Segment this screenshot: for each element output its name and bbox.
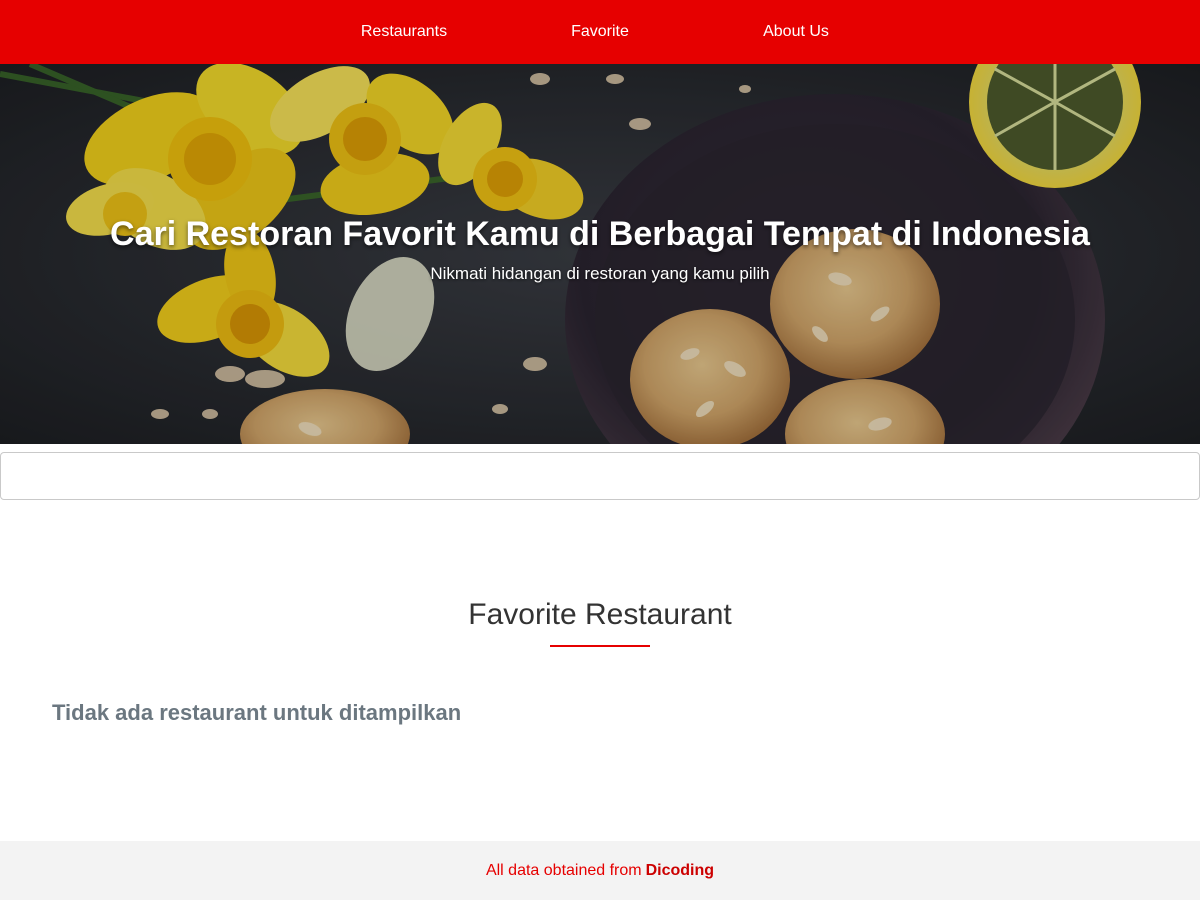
hero-title: Cari Restoran Favorit Kamu di Berbagai T…	[110, 215, 1090, 253]
section-title: Favorite Restaurant	[468, 598, 732, 631]
top-nav: Restaurants Favorite About Us	[0, 0, 1200, 64]
hero-subtitle: Nikmati hidangan di restoran yang kamu p…	[430, 264, 770, 283]
page: Restaurants Favorite About Us Cari Resto…	[0, 0, 1200, 900]
footer: All data obtained from Dicoding	[0, 841, 1200, 900]
nav-list: Restaurants Favorite About Us	[306, 15, 894, 49]
nav-item-restaurants[interactable]: Restaurants	[306, 15, 502, 49]
hero-text: Cari Restoran Favorit Kamu di Berbagai T…	[0, 212, 1200, 284]
nav-item-favorite[interactable]: Favorite	[502, 15, 698, 49]
title-underline	[550, 645, 650, 647]
footer-link-dicoding[interactable]: Dicoding	[646, 862, 714, 880]
footer-text: All data obtained from	[485, 861, 642, 879]
empty-message: Tidak ada restaurant untuk ditampilkan	[52, 700, 462, 725]
hero-banner: Cari Restoran Favorit Kamu di Berbagai T…	[0, 64, 1200, 444]
nav-item-about-us[interactable]: About Us	[698, 15, 894, 49]
search-input[interactable]	[0, 452, 1200, 500]
